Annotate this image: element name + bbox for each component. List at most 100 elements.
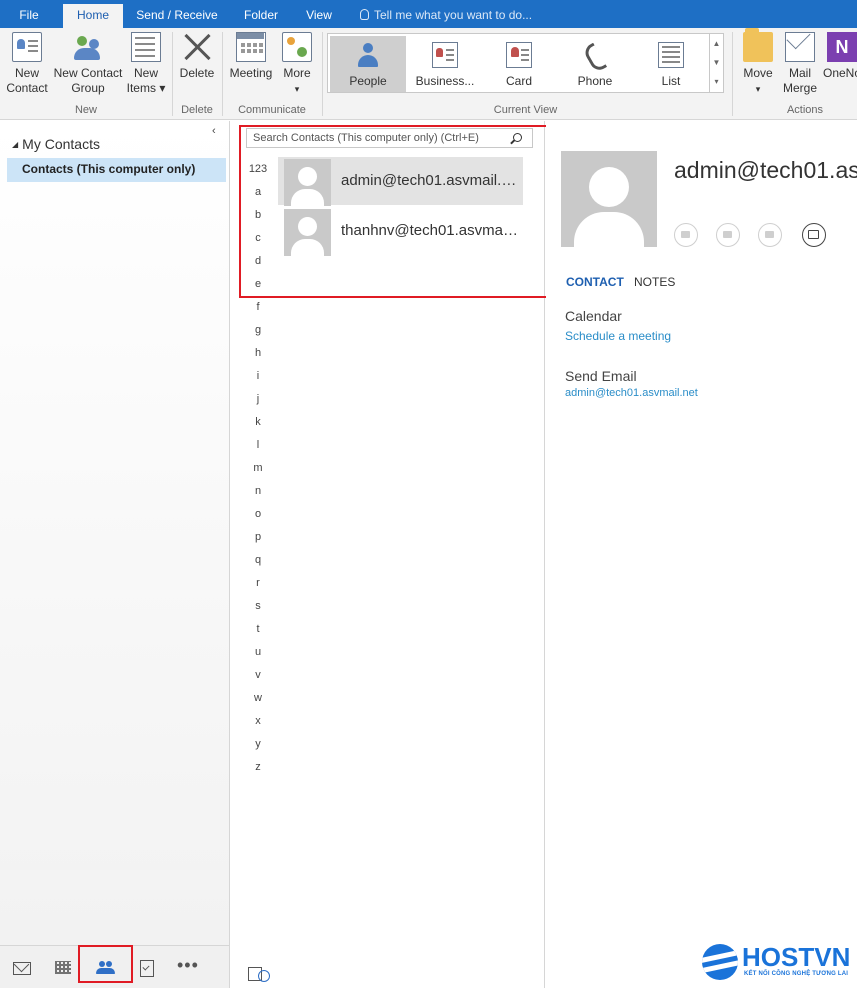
new-items-icon	[131, 32, 161, 62]
card-view-icon	[506, 42, 532, 68]
gallery-up-icon[interactable]: ▲	[710, 34, 723, 53]
move-button[interactable]: Move ▾	[738, 28, 778, 97]
hostvn-mark-icon	[702, 944, 738, 980]
index-letter[interactable]: x	[247, 713, 269, 736]
menu-bar: File Home Send / Receive Folder View Tel…	[0, 0, 857, 28]
view-people[interactable]: People	[330, 36, 406, 92]
phone-icon	[582, 42, 608, 68]
index-letter[interactable]: t	[247, 621, 269, 644]
index-letter[interactable]: s	[247, 598, 269, 621]
new-items-button[interactable]: New Items ▾	[124, 32, 168, 96]
more-dropdown-caret: ▾	[294, 84, 300, 94]
current-view-gallery: People Business... Card Phone List ▲ ▼ ▾	[327, 33, 724, 93]
index-letter[interactable]: k	[247, 414, 269, 437]
call-icon	[716, 223, 740, 247]
my-contacts-group[interactable]: ◢ My Contacts	[12, 136, 100, 152]
tab-view[interactable]: View	[298, 0, 340, 28]
logo-brand: HOSTVN	[742, 942, 851, 972]
view-phone[interactable]: Phone	[557, 36, 633, 92]
index-letter[interactable]: z	[247, 759, 269, 782]
tasks-icon[interactable]	[134, 956, 158, 978]
tell-me-box[interactable]: Tell me what you want to do...	[360, 0, 532, 28]
index-letter[interactable]: p	[247, 529, 269, 552]
gallery-expand-icon[interactable]: ▾	[710, 72, 723, 91]
index-letter[interactable]: v	[247, 667, 269, 690]
contact-list-highlight-box	[239, 125, 557, 298]
tab-send-receive[interactable]: Send / Receive	[131, 0, 223, 28]
tab-file[interactable]: File	[6, 0, 52, 28]
calendar-icon[interactable]	[51, 956, 75, 978]
more-icon[interactable]: •••	[177, 956, 207, 978]
tab-home[interactable]: Home	[63, 4, 123, 28]
calendar-meeting-icon	[236, 32, 266, 62]
more-communicate-icon	[282, 32, 312, 62]
tab-contact[interactable]: CONTACT	[566, 275, 624, 289]
group-label-current-view: Current View	[493, 104, 558, 116]
mail-icon[interactable]	[9, 956, 33, 978]
index-letter[interactable]: o	[247, 506, 269, 529]
my-contacts-label: My Contacts	[22, 136, 100, 152]
index-letter[interactable]: f	[247, 299, 269, 322]
onenote-label: OneNo	[822, 66, 857, 80]
mail-merge-label-2: Merge	[782, 81, 817, 95]
contact-card-icon	[12, 32, 42, 62]
expand-triangle-icon[interactable]: ◢	[12, 140, 18, 149]
index-letter[interactable]: y	[247, 736, 269, 759]
people-view-icon	[355, 42, 381, 68]
index-letter[interactable]: w	[247, 690, 269, 713]
index-letter[interactable]: j	[247, 391, 269, 414]
list-view-icon	[658, 42, 684, 68]
email-icon[interactable]	[802, 223, 826, 247]
move-label: Move	[743, 66, 773, 80]
view-card-label: Card	[505, 74, 532, 88]
view-people-label: People	[349, 74, 387, 88]
new-items-label-1: New	[133, 66, 158, 80]
contact-reading-pane: admin@tech01.asvmail.net CONTACT NOTES C…	[546, 121, 857, 945]
new-contact-button[interactable]: New Contact	[3, 32, 51, 96]
index-letter[interactable]: g	[247, 322, 269, 345]
index-letter[interactable]: n	[247, 483, 269, 506]
view-card[interactable]: Card	[481, 36, 557, 92]
lightbulb-icon	[360, 9, 369, 20]
delete-button[interactable]: Delete	[176, 32, 218, 81]
index-letter[interactable]: l	[247, 437, 269, 460]
email-address-link[interactable]: admin@tech01.asvmail.net	[565, 387, 698, 399]
im-icon	[674, 223, 698, 247]
index-letter[interactable]: h	[247, 345, 269, 368]
onenote-button[interactable]: N OneNo	[822, 32, 857, 81]
index-letter[interactable]: r	[247, 575, 269, 598]
business-card-icon	[432, 42, 458, 68]
tab-folder[interactable]: Folder	[234, 0, 288, 28]
address-book-globe-icon[interactable]	[246, 964, 270, 982]
ribbon: New Contact New Contact Group New Items …	[0, 28, 857, 120]
hostvn-logo: HOSTVN KẾT NỐI CÔNG NGHỆ TƯƠNG LAI	[700, 940, 857, 988]
move-dropdown-caret: ▾	[755, 84, 761, 94]
more-button[interactable]: More ▾	[278, 32, 316, 97]
view-business-card[interactable]: Business...	[407, 36, 483, 92]
contact-display-name: admin@tech01.asvmail.net	[674, 157, 857, 183]
meeting-button[interactable]: Meeting	[227, 32, 275, 81]
collapse-pane-icon[interactable]: ‹	[212, 125, 216, 137]
delete-x-icon	[182, 32, 212, 62]
index-letter[interactable]: u	[247, 644, 269, 667]
index-letter[interactable]: m	[247, 460, 269, 483]
new-contact-group-button[interactable]: New Contact Group	[52, 32, 124, 96]
group-label-actions: Actions	[786, 104, 824, 116]
folder-contacts-this-computer[interactable]: Contacts (This computer only)	[7, 158, 226, 182]
mail-merge-button[interactable]: Mail Merge	[780, 32, 820, 96]
view-list-label: List	[661, 74, 681, 88]
index-letter[interactable]: q	[247, 552, 269, 575]
folder-pane: ‹ ◢ My Contacts Contacts (This computer o…	[0, 121, 230, 945]
ribbon-divider	[322, 32, 323, 116]
more-label: More	[283, 66, 311, 80]
folder-move-icon	[743, 28, 773, 62]
new-contact-group-label-2: Group	[71, 81, 105, 95]
tab-notes[interactable]: NOTES	[634, 275, 675, 289]
onenote-icon: N	[827, 32, 857, 62]
people-highlight-box	[78, 945, 133, 983]
gallery-scroll[interactable]: ▲ ▼ ▾	[709, 34, 723, 92]
gallery-down-icon[interactable]: ▼	[710, 53, 723, 72]
index-letter[interactable]: i	[247, 368, 269, 391]
schedule-meeting-link[interactable]: Schedule a meeting	[565, 329, 671, 343]
view-list[interactable]: List	[633, 36, 709, 92]
